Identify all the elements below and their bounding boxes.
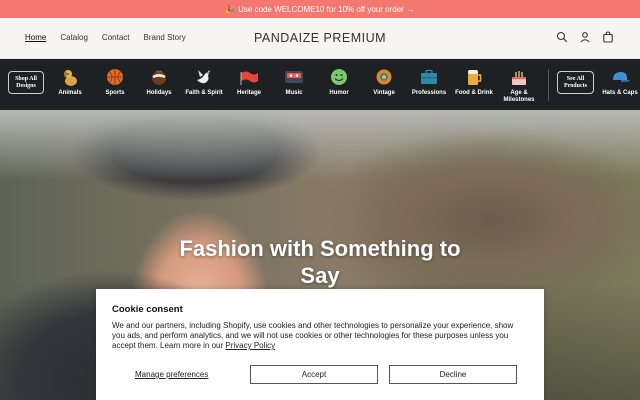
main-nav: Home Catalog Contact Brand Story — [25, 33, 186, 42]
category-food-drink[interactable]: Food & Drink — [454, 63, 494, 107]
cookie-body: We and our partners, including Shopify, … — [112, 321, 528, 351]
account-icon[interactable] — [579, 31, 591, 43]
category-holidays[interactable]: Holidays — [139, 63, 179, 107]
announcement-bar[interactable]: 🎉 Use code WELCOME10 for 10% off your or… — [0, 0, 640, 18]
category-label: Professions — [411, 90, 447, 96]
cookie-consent-banner: Cookie consent We and our partners, incl… — [96, 289, 544, 400]
category-divider — [548, 69, 549, 101]
category-label: Age & Milestones — [503, 90, 535, 103]
shop-all-designs-button[interactable]: Shop All Designs — [8, 71, 44, 94]
search-icon[interactable] — [556, 31, 568, 43]
flag-icon — [240, 71, 258, 85]
category-label: Vintage — [373, 90, 395, 96]
cap-icon — [613, 72, 630, 82]
brand-logo[interactable]: PANDAIZE PREMIUM — [254, 31, 386, 45]
category-label: Holidays — [146, 90, 172, 96]
dove-icon — [197, 70, 210, 84]
cookie-body-text: We and our partners, including Shopify, … — [112, 321, 514, 350]
dog-icon — [64, 70, 77, 86]
category-humor[interactable]: Humor — [319, 63, 359, 107]
category-label: Humor — [329, 90, 349, 96]
christmas-pudding-icon — [152, 70, 166, 85]
category-faith-spirit[interactable]: Faith & Spirit — [184, 63, 224, 107]
briefcase-icon — [421, 69, 437, 84]
basketball-icon — [107, 69, 123, 85]
category-label: Food & Drink — [455, 90, 493, 96]
decline-button[interactable]: Decline — [389, 365, 517, 384]
nav-catalog[interactable]: Catalog — [60, 33, 88, 42]
category-heritage[interactable]: Heritage — [229, 63, 269, 107]
category-label: Sports — [105, 90, 125, 96]
cart-icon[interactable] — [602, 31, 614, 43]
header-icons — [556, 31, 614, 43]
cassette-icon — [285, 71, 303, 83]
manage-preferences-link[interactable]: Manage preferences — [135, 370, 208, 379]
category-music[interactable]: Music — [274, 63, 314, 107]
category-strip: Shop All Designs Animals Sports Holidays… — [0, 59, 640, 110]
nav-home[interactable]: Home — [25, 33, 46, 42]
category-animals[interactable]: Animals — [50, 63, 90, 107]
category-age-milestones[interactable]: Age & Milestones — [499, 63, 539, 107]
nav-contact[interactable]: Contact — [102, 33, 130, 42]
site-header: PANDAIZE PREMIUM Home Catalog Contact Br… — [0, 18, 640, 59]
category-label: Animals — [58, 90, 82, 96]
category-vintage[interactable]: Vintage — [364, 63, 404, 107]
category-hats-caps[interactable]: Hats & Caps — [600, 63, 640, 107]
smiley-icon — [331, 69, 347, 85]
hero-title: Fashion with Something to Say — [179, 236, 461, 288]
cookie-title: Cookie consent — [112, 304, 183, 315]
birthday-cake-icon — [512, 71, 526, 85]
sun-badge-icon — [376, 69, 392, 85]
category-label: Hats & Caps — [602, 90, 638, 96]
accept-button[interactable]: Accept — [250, 365, 378, 384]
category-label: Heritage — [236, 90, 261, 96]
beer-mug-icon — [468, 70, 482, 85]
cookie-actions: Manage preferences Accept Decline — [112, 365, 534, 384]
category-professions[interactable]: Professions — [409, 63, 449, 107]
nav-brand-story[interactable]: Brand Story — [144, 33, 186, 42]
category-label: Faith & Spirit — [185, 90, 223, 96]
privacy-policy-link[interactable]: Privacy Policy — [225, 341, 275, 350]
announcement-text[interactable]: Use code WELCOME10 for 10% off your orde… — [238, 5, 404, 14]
arrow-right-icon: → — [406, 4, 415, 14]
party-popper-icon: 🎉 — [225, 4, 236, 14]
see-all-products-button[interactable]: See All Products — [557, 71, 594, 94]
category-label: Music — [285, 90, 303, 96]
category-sports[interactable]: Sports — [95, 63, 135, 107]
